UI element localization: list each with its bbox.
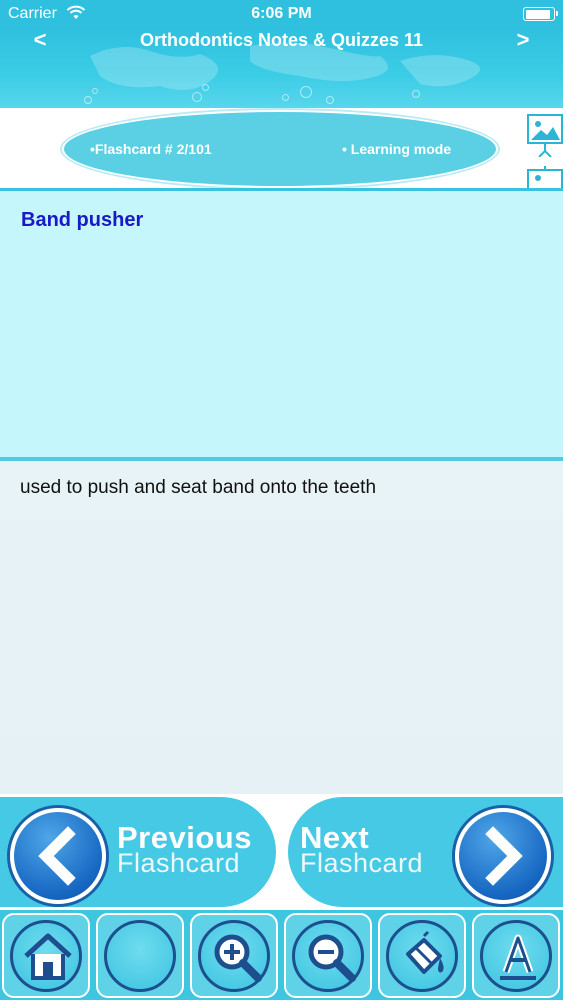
zoom-out-icon — [308, 934, 356, 982]
clock: 6:06 PM — [251, 5, 312, 22]
zoom-in-button[interactable] — [190, 913, 278, 998]
battery-icon — [523, 7, 558, 21]
flashcard-question: Band pusher — [21, 209, 144, 231]
answer-panel — [0, 461, 563, 794]
font-button[interactable] — [472, 913, 560, 998]
blank-circle-icon — [104, 920, 176, 992]
presentation-image-icon-2[interactable] — [527, 166, 563, 188]
mode-label: • Learning mode — [342, 141, 452, 157]
home-button[interactable] — [2, 913, 90, 998]
blank-button[interactable] — [96, 913, 184, 998]
flashcard-counter: •Flashcard # 2/101 — [90, 141, 212, 157]
previous-sublabel: Flashcard — [117, 848, 241, 878]
page-title: Orthodontics Notes & Quizzes 11 — [139, 30, 424, 50]
presentation-image-icon[interactable] — [527, 113, 563, 157]
zoom-out-button[interactable] — [284, 913, 372, 998]
font-icon — [500, 934, 536, 980]
chevron-right-icon[interactable] — [455, 808, 551, 904]
paint-bucket-icon — [406, 930, 444, 974]
status-bar: Carrier 6:06 PM — [0, 0, 563, 28]
next-sublabel: Flashcard — [300, 848, 424, 878]
home-icon — [24, 933, 72, 980]
zoom-in-icon — [214, 934, 262, 982]
flashcard-answer: used to push and seat band onto the teet… — [20, 477, 377, 498]
chevron-left-icon[interactable] — [10, 808, 106, 904]
forward-button[interactable]: > — [505, 26, 541, 54]
theme-button[interactable] — [378, 913, 466, 998]
